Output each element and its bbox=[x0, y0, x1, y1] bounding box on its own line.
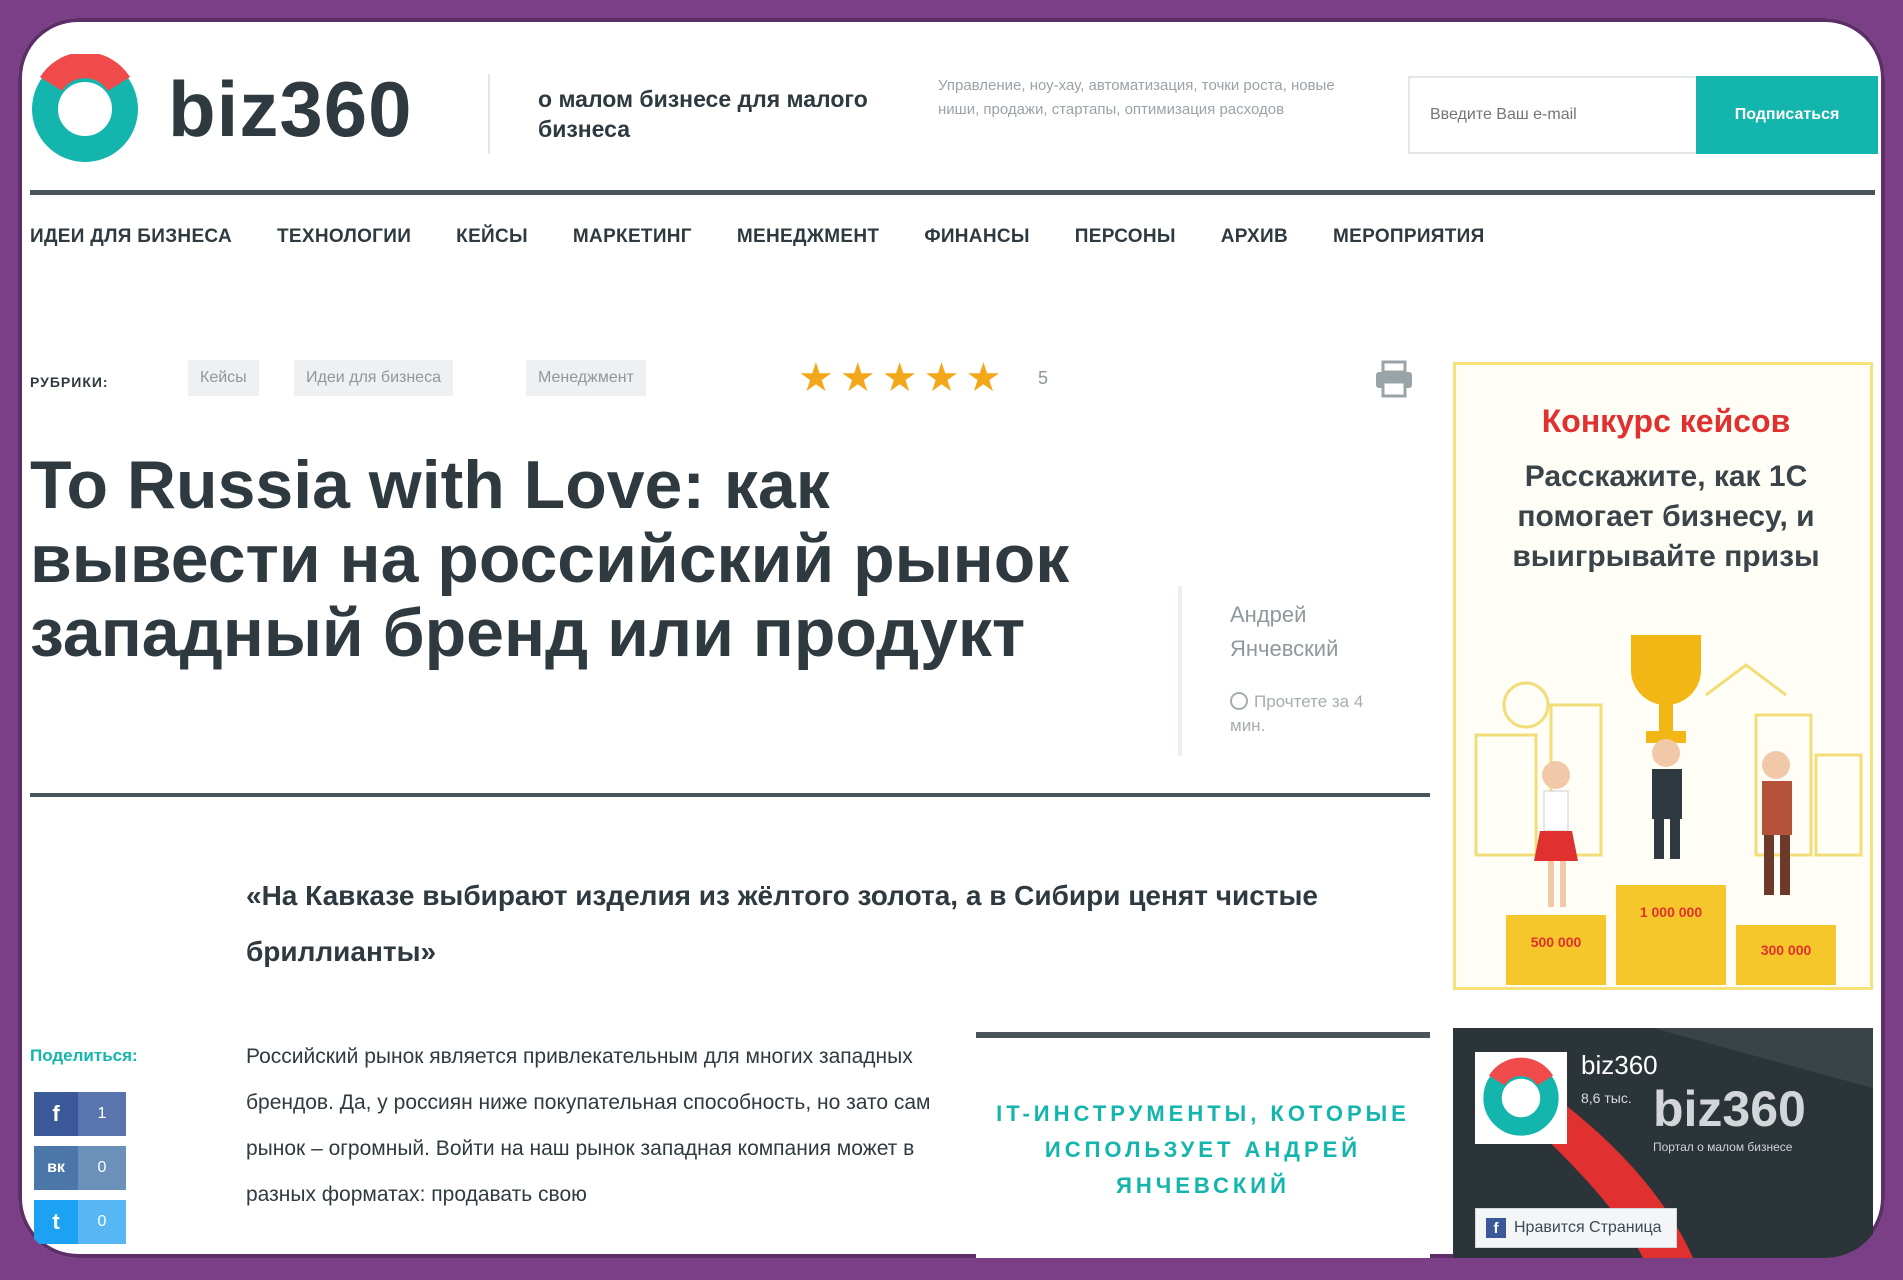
rating-count: 5 bbox=[1038, 368, 1049, 388]
tools-inset-title: IT-ИНСТРУМЕНТЫ, КОТОРЫЕ ИСПОЛЬЗУЕТ АНДРЕ… bbox=[996, 1101, 1410, 1198]
banner-title: Конкурс кейсов bbox=[1541, 403, 1791, 439]
nav-item-management[interactable]: МЕНЕДЖМЕНТ bbox=[737, 226, 879, 248]
nav-item-marketing[interactable]: МАРКЕТИНГ bbox=[573, 226, 692, 248]
rubrics-label: РУБРИКИ: bbox=[30, 374, 109, 390]
star-icon[interactable]: ★ bbox=[798, 358, 834, 398]
twitter-icon: t bbox=[34, 1200, 78, 1244]
main-nav: ИДЕИ ДЛЯ БИЗНЕСА ТЕХНОЛОГИИ КЕЙСЫ МАРКЕТ… bbox=[30, 226, 1530, 248]
share-facebook-button[interactable]: f 1 bbox=[34, 1092, 126, 1136]
nav-item-persons[interactable]: ПЕРСОНЫ bbox=[1075, 226, 1176, 248]
facebook-icon: f bbox=[34, 1092, 78, 1136]
share-label: Поделиться: bbox=[30, 1046, 138, 1065]
print-icon[interactable] bbox=[1373, 358, 1415, 400]
rubric-tag-ideas[interactable]: Идеи для бизнеса bbox=[294, 360, 453, 396]
share-twitter-button[interactable]: t 0 bbox=[34, 1200, 126, 1244]
rubric-tag-cases[interactable]: Кейсы bbox=[188, 360, 259, 396]
nav-item-ideas[interactable]: ИДЕИ ДЛЯ БИЗНЕСА bbox=[30, 226, 232, 248]
read-time: Прочтете за 4 мин. bbox=[1230, 690, 1400, 738]
nav-item-archive[interactable]: АРХИВ bbox=[1221, 226, 1288, 248]
nav-item-events[interactable]: МЕРОПРИЯТИЯ bbox=[1333, 226, 1485, 248]
page-avatar[interactable] bbox=[1475, 1052, 1567, 1144]
site-topics: Управление, ноу-хау, автоматизация, точк… bbox=[938, 77, 1335, 118]
header-divider bbox=[488, 74, 490, 154]
prize-3: 300 000 bbox=[1761, 942, 1812, 958]
nav-item-cases[interactable]: КЕЙСЫ bbox=[456, 226, 528, 248]
prize-1: 1 000 000 bbox=[1640, 904, 1702, 920]
author-name[interactable]: Андрей Янчевский bbox=[1230, 598, 1400, 666]
page-likes: 8,6 тыс. bbox=[1581, 1090, 1632, 1106]
share-count: 0 bbox=[78, 1200, 126, 1244]
facebook-icon: f bbox=[1486, 1218, 1506, 1238]
star-icon[interactable]: ★ bbox=[965, 358, 1001, 398]
contest-banner[interactable]: Конкурс кейсов Расскажите, как 1С помога… bbox=[1453, 362, 1873, 990]
star-icon[interactable]: ★ bbox=[840, 358, 876, 398]
share-count: 0 bbox=[78, 1146, 126, 1190]
page: biz360 о малом бизнесе для малого бизнес… bbox=[18, 18, 1885, 1258]
subscribe-button[interactable]: Подписаться bbox=[1696, 76, 1878, 154]
site-tagline: о малом бизнесе для малого бизнеса bbox=[538, 86, 868, 142]
like-page-button[interactable]: f Нравится Страница bbox=[1475, 1208, 1677, 1248]
rubric-tag-management[interactable]: Менеджмент bbox=[526, 360, 646, 396]
biz360-logo-icon bbox=[1483, 1057, 1559, 1136]
brand-name[interactable]: biz360 bbox=[168, 64, 412, 155]
page-name[interactable]: biz360 bbox=[1581, 1050, 1658, 1081]
author-divider bbox=[1178, 586, 1182, 756]
star-icon[interactable]: ★ bbox=[924, 358, 960, 398]
vk-icon: вк bbox=[34, 1146, 78, 1190]
share-count: 1 bbox=[78, 1092, 126, 1136]
title-divider-line bbox=[30, 793, 1430, 797]
article-body: Российский рынок является привлекательны… bbox=[246, 1045, 931, 1206]
header-divider-line bbox=[30, 190, 1875, 195]
star-icon[interactable]: ★ bbox=[882, 358, 918, 398]
read-time-label: Прочтете за 4 мин. bbox=[1230, 692, 1364, 735]
cover-brand: biz360 bbox=[1653, 1081, 1806, 1137]
facebook-page-widget[interactable]: biz360 8,6 тыс. biz360 Портал о малом би… bbox=[1453, 1028, 1873, 1258]
rating-stars[interactable]: ★ ★ ★ ★ ★ bbox=[798, 358, 1001, 398]
email-field[interactable] bbox=[1408, 76, 1696, 154]
prize-2: 500 000 bbox=[1531, 934, 1582, 950]
like-page-label: Нравится Страница bbox=[1514, 1219, 1662, 1236]
tools-inset-box[interactable]: IT-ИНСТРУМЕНТЫ, КОТОРЫЕ ИСПОЛЬЗУЕТ АНДРЕ… bbox=[976, 1032, 1430, 1258]
biz360-logo-icon[interactable] bbox=[30, 54, 140, 164]
subscribe-form: Подписаться bbox=[1408, 76, 1878, 154]
nav-item-finance[interactable]: ФИНАНСЫ bbox=[924, 226, 1029, 248]
article-lead: «На Кавказе выбирают изделия из жёлтого … bbox=[246, 880, 1318, 967]
trophy-illustration: 500 000 1 000 000 300 000 bbox=[1474, 635, 1863, 985]
article-title: To Russia with Love: как вывести на росс… bbox=[30, 447, 1070, 671]
clock-icon bbox=[1230, 692, 1248, 710]
banner-subtitle: Расскажите, как 1С помогает бизнесу, и в… bbox=[1512, 460, 1820, 573]
browser-frame: biz360 о малом бизнесе для малого бизнес… bbox=[18, 18, 1885, 1258]
share-vk-button[interactable]: вк 0 bbox=[34, 1146, 126, 1190]
nav-item-technology[interactable]: ТЕХНОЛОГИИ bbox=[277, 226, 411, 248]
cover-description: Портал о малом бизнесе bbox=[1653, 1140, 1793, 1154]
